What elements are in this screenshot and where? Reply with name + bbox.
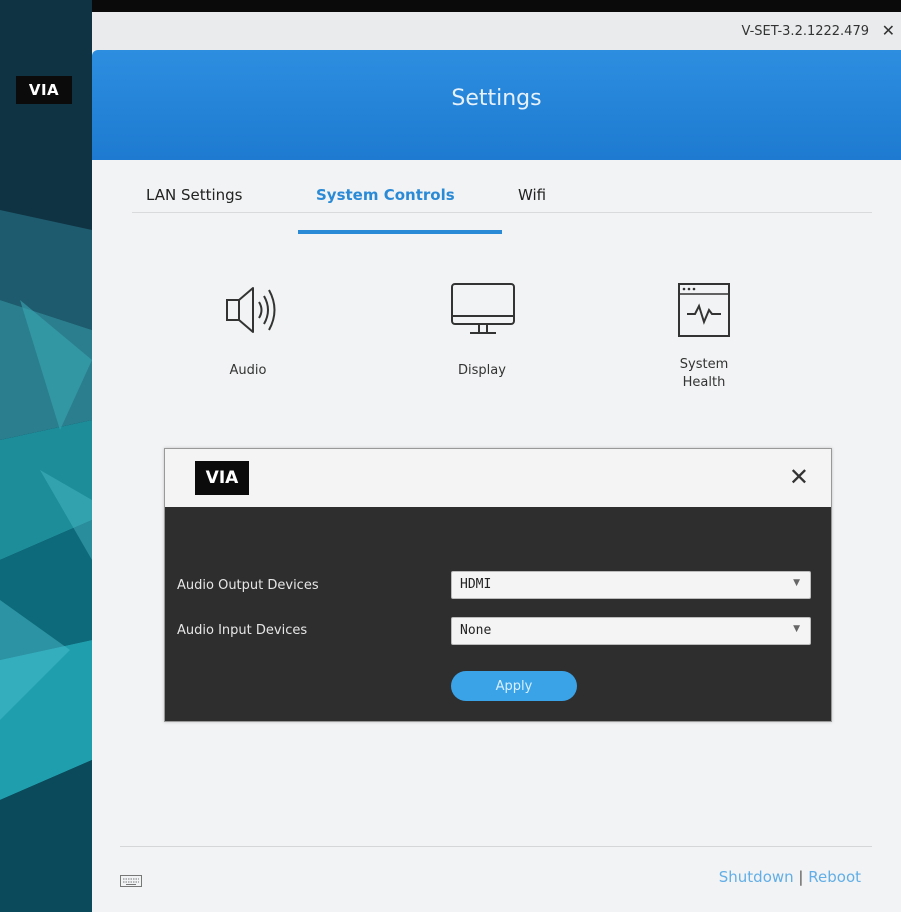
tile-label-display: Display	[458, 363, 506, 378]
top-edge	[0, 0, 901, 12]
settings-window: V-SET-3.2.1222.479 ✕ Settings LAN Settin…	[92, 12, 901, 912]
footer-separator: |	[798, 868, 804, 886]
tab-divider	[132, 212, 872, 213]
keyboard-icon[interactable]	[120, 872, 142, 891]
dialog-via-logo: VIA	[195, 461, 249, 495]
version-label: V-SET-3.2.1222.479	[741, 24, 869, 39]
title-strip: V-SET-3.2.1222.479 ✕	[92, 12, 901, 50]
audio-output-select[interactable]: HDMI ▼	[451, 571, 811, 599]
via-logo: VIA	[16, 76, 72, 104]
close-icon[interactable]: ✕	[882, 21, 895, 40]
chevron-down-icon: ▼	[793, 624, 800, 634]
tile-system-health[interactable]: System Health	[644, 280, 764, 392]
tab-system-controls[interactable]: System Controls	[316, 186, 455, 204]
tile-audio[interactable]: Audio	[188, 280, 308, 380]
dialog-close-icon[interactable]: ✕	[789, 463, 809, 491]
tile-display[interactable]: Display	[422, 280, 542, 380]
monitor-icon	[451, 283, 515, 334]
audio-output-label: Audio Output Devices	[177, 578, 319, 593]
settings-header: Settings	[92, 50, 901, 160]
active-tab-indicator	[298, 230, 502, 234]
audio-output-value: HDMI	[460, 577, 492, 592]
footer-divider	[120, 846, 872, 847]
tab-lan-settings[interactable]: LAN Settings	[146, 186, 242, 204]
speaker-icon	[226, 287, 276, 333]
settings-content: LAN Settings System Controls Wifi Audio	[92, 160, 901, 912]
system-health-icon	[678, 283, 730, 337]
sidebar-background: VIA	[0, 0, 92, 912]
reboot-link[interactable]: Reboot	[808, 868, 861, 886]
sidebar-pattern	[0, 0, 92, 912]
tile-label-audio: Audio	[229, 363, 267, 378]
shutdown-link[interactable]: Shutdown	[719, 868, 794, 886]
page-title: Settings	[451, 86, 542, 111]
power-links: Shutdown | Reboot	[719, 868, 861, 886]
keyboard-icon-graphic	[120, 875, 142, 887]
tab-wifi[interactable]: Wifi	[518, 186, 546, 204]
apply-button[interactable]: Apply	[451, 671, 577, 701]
tile-label-system-health: System Health	[679, 357, 729, 390]
audio-settings-dialog: VIA ✕ Audio Output Devices HDMI ▼ Audio …	[164, 448, 832, 722]
chevron-down-icon: ▼	[793, 578, 800, 588]
audio-input-select[interactable]: None ▼	[451, 617, 811, 645]
audio-input-label: Audio Input Devices	[177, 623, 308, 638]
audio-input-value: None	[460, 623, 492, 638]
dialog-header: VIA ✕	[165, 449, 831, 507]
